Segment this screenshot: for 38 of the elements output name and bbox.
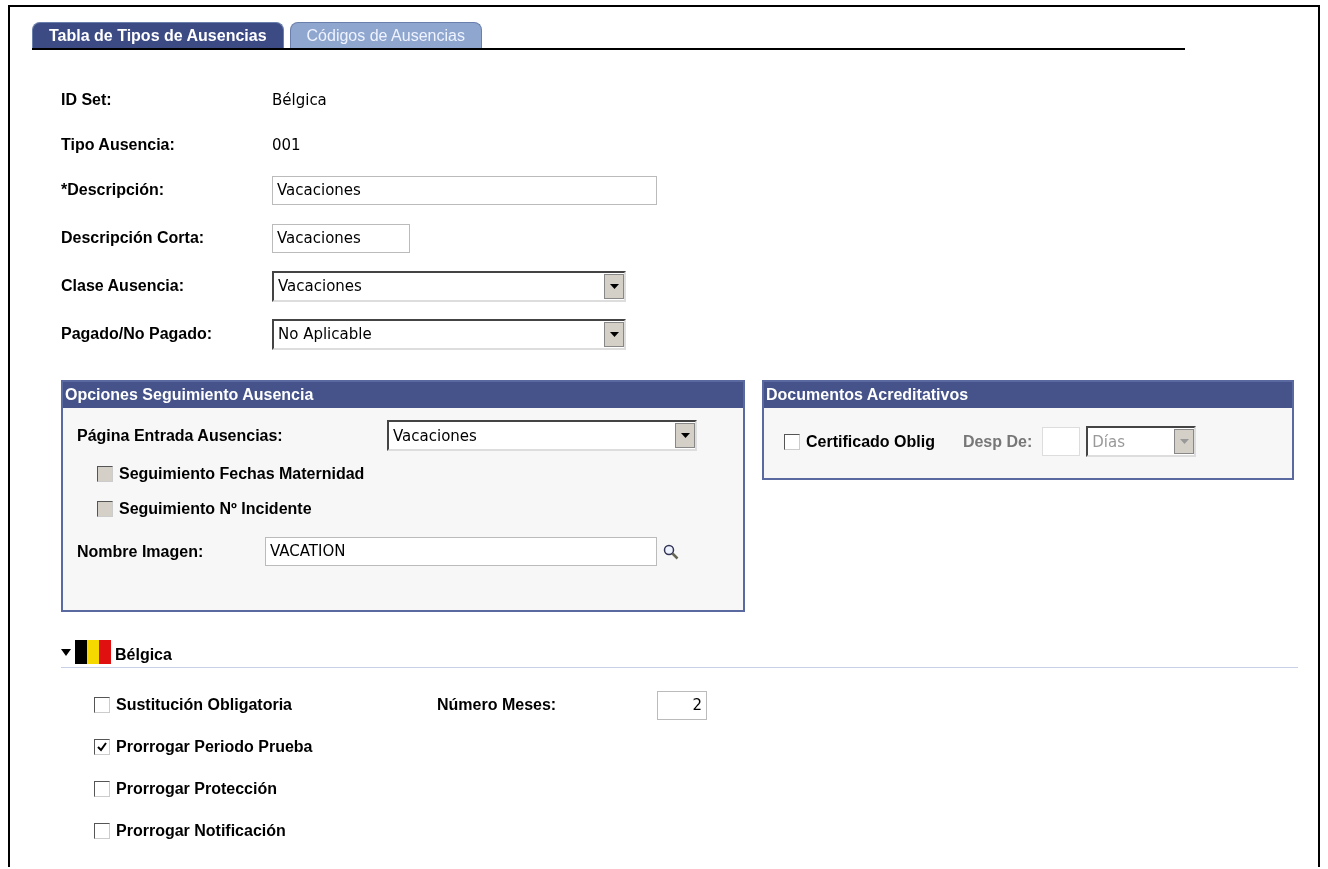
field-label: Nombre Imagen: [77, 542, 205, 561]
field-label: Clase Ausencia: [61, 277, 185, 295]
field-value: 001 [272, 136, 301, 154]
dropdown[interactable]: Vacaciones [272, 270, 626, 302]
belgium-flag-icon [75, 640, 111, 664]
field-label: *Descripción: [61, 181, 166, 199]
checkbox[interactable] [94, 781, 110, 797]
input-field[interactable]: 2 [657, 690, 707, 720]
checkbox-label: Seguimiento Fechas Maternidad [119, 465, 365, 483]
tab[interactable]: Tabla de Tipos de Ausencias [32, 22, 284, 48]
checkbox[interactable] [94, 739, 110, 755]
checkbox-label: Prorrogar Periodo Prueba [116, 738, 313, 756]
field-label: Página Entrada Ausencias: [77, 426, 284, 445]
checkbox[interactable] [94, 697, 110, 713]
input-field[interactable]: VACATION [265, 537, 657, 566]
collapse-triangle-icon[interactable] [61, 649, 71, 656]
group-title: Documentos Acreditativos [764, 382, 1292, 408]
checkbox[interactable] [94, 823, 110, 839]
field-value: Bélgica [272, 91, 327, 109]
dropdown[interactable]: No Aplicable [272, 318, 626, 350]
checkbox-label: Seguimiento Nº Incidente [119, 500, 312, 518]
checkbox-label: Certificado Oblig [806, 432, 935, 451]
checkbox-label: Prorrogar Protección [116, 780, 277, 798]
section-title: Bélgica [115, 646, 172, 664]
field-label: Pagado/No Pagado: [61, 325, 214, 343]
dropdown[interactable]: Vacaciones [387, 420, 697, 451]
checkbox-label: Prorrogar Notificación [116, 822, 286, 840]
field-label: Descripción Corta: [61, 229, 206, 247]
input-field[interactable]: Vacaciones [272, 223, 410, 253]
field-label: Desp De: [962, 432, 1033, 451]
checkbox-label: Sustitución Obligatoria [116, 696, 292, 714]
field-label: Tipo Ausencia: [61, 136, 176, 154]
input-field[interactable]: Vacaciones [272, 175, 657, 205]
input-field[interactable] [1042, 427, 1081, 456]
search-icon[interactable] [663, 543, 679, 560]
field-label: Número Meses: [437, 696, 558, 714]
field-label: ID Set: [61, 91, 113, 109]
group-title: Opciones Seguimiento Ausencia [63, 382, 743, 408]
